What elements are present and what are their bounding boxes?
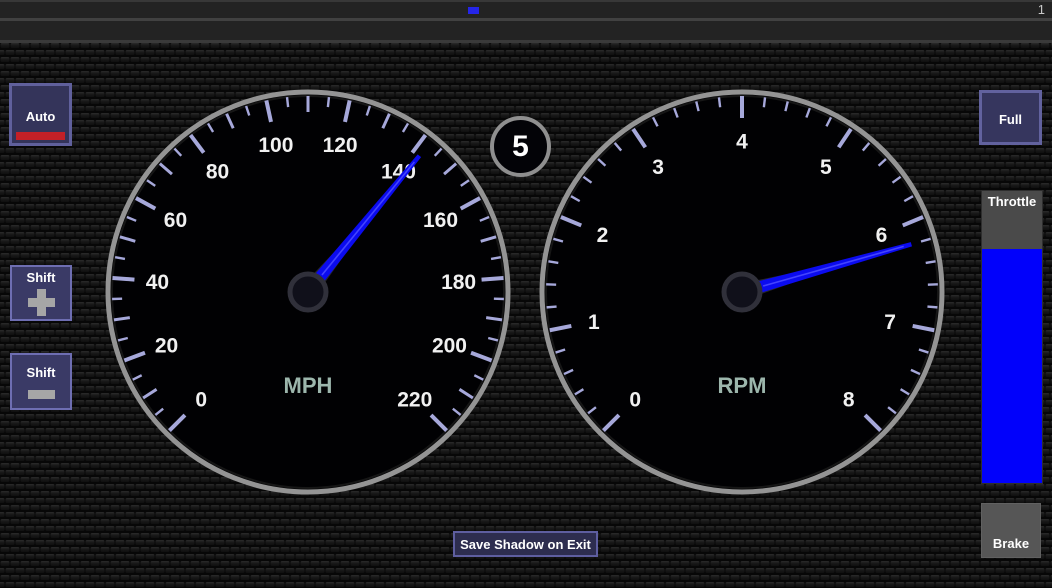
gauge-unit-label: RPM	[718, 373, 767, 398]
svg-text:0: 0	[629, 388, 641, 411]
svg-text:7: 7	[884, 311, 896, 334]
secondary-bar	[0, 21, 1052, 40]
svg-text:1: 1	[588, 311, 600, 334]
svg-text:0: 0	[195, 388, 207, 411]
throttle-slider[interactable]: Throttle	[981, 190, 1043, 484]
dashboard-window: 1 Auto Shift Shift 020406080100120140160…	[0, 0, 1052, 588]
brake-button-label: Brake	[982, 536, 1040, 551]
mph-gauge: 020406080100120140160180200220MPH	[102, 86, 514, 498]
svg-text:2: 2	[597, 224, 609, 247]
svg-text:20: 20	[155, 334, 178, 357]
throttle-fill	[982, 249, 1042, 483]
slider-value-label: 1	[1038, 3, 1045, 16]
svg-text:220: 220	[397, 388, 432, 411]
gauge-hub	[724, 274, 760, 310]
save-shadow-button[interactable]: Save Shadow on Exit	[453, 531, 598, 557]
svg-text:160: 160	[423, 209, 458, 232]
gauge-hub	[290, 274, 326, 310]
gear-indicator: 5	[490, 116, 551, 177]
svg-text:6: 6	[876, 224, 888, 247]
full-button-label: Full	[982, 112, 1039, 127]
auto-button[interactable]: Auto	[9, 83, 72, 146]
slider-thumb[interactable]	[468, 7, 479, 14]
rpm-gauge: 0 1 2 3 4 5 6 7 8 RPM	[536, 86, 948, 498]
svg-text:8: 8	[843, 388, 855, 411]
svg-text:4: 4	[736, 131, 748, 154]
svg-text:200: 200	[432, 334, 467, 357]
svg-text:80: 80	[206, 161, 229, 184]
save-shadow-label: Save Shadow on Exit	[460, 537, 591, 552]
svg-text:180: 180	[441, 271, 476, 294]
auto-button-label: Auto	[12, 109, 69, 124]
svg-text:40: 40	[146, 271, 169, 294]
full-button[interactable]: Full	[979, 90, 1042, 145]
shift-up-button[interactable]: Shift	[10, 265, 72, 321]
svg-text:100: 100	[258, 134, 293, 157]
svg-text:120: 120	[323, 134, 358, 157]
shift-down-button[interactable]: Shift	[10, 353, 72, 410]
svg-text:3: 3	[652, 156, 664, 179]
throttle-label: Throttle	[982, 194, 1042, 209]
shift-down-label: Shift	[12, 365, 70, 380]
top-slider-track[interactable]	[0, 2, 1052, 18]
minus-icon	[28, 390, 55, 399]
gear-value: 5	[512, 130, 529, 164]
gauge-unit-label: MPH	[284, 373, 333, 398]
svg-text:60: 60	[164, 209, 187, 232]
svg-text:5: 5	[820, 156, 832, 179]
brake-button[interactable]: Brake	[981, 503, 1041, 558]
bar-bottom-line	[0, 40, 1052, 43]
auto-indicator	[16, 132, 65, 140]
shift-up-label: Shift	[12, 270, 70, 285]
plus-icon	[28, 289, 55, 316]
